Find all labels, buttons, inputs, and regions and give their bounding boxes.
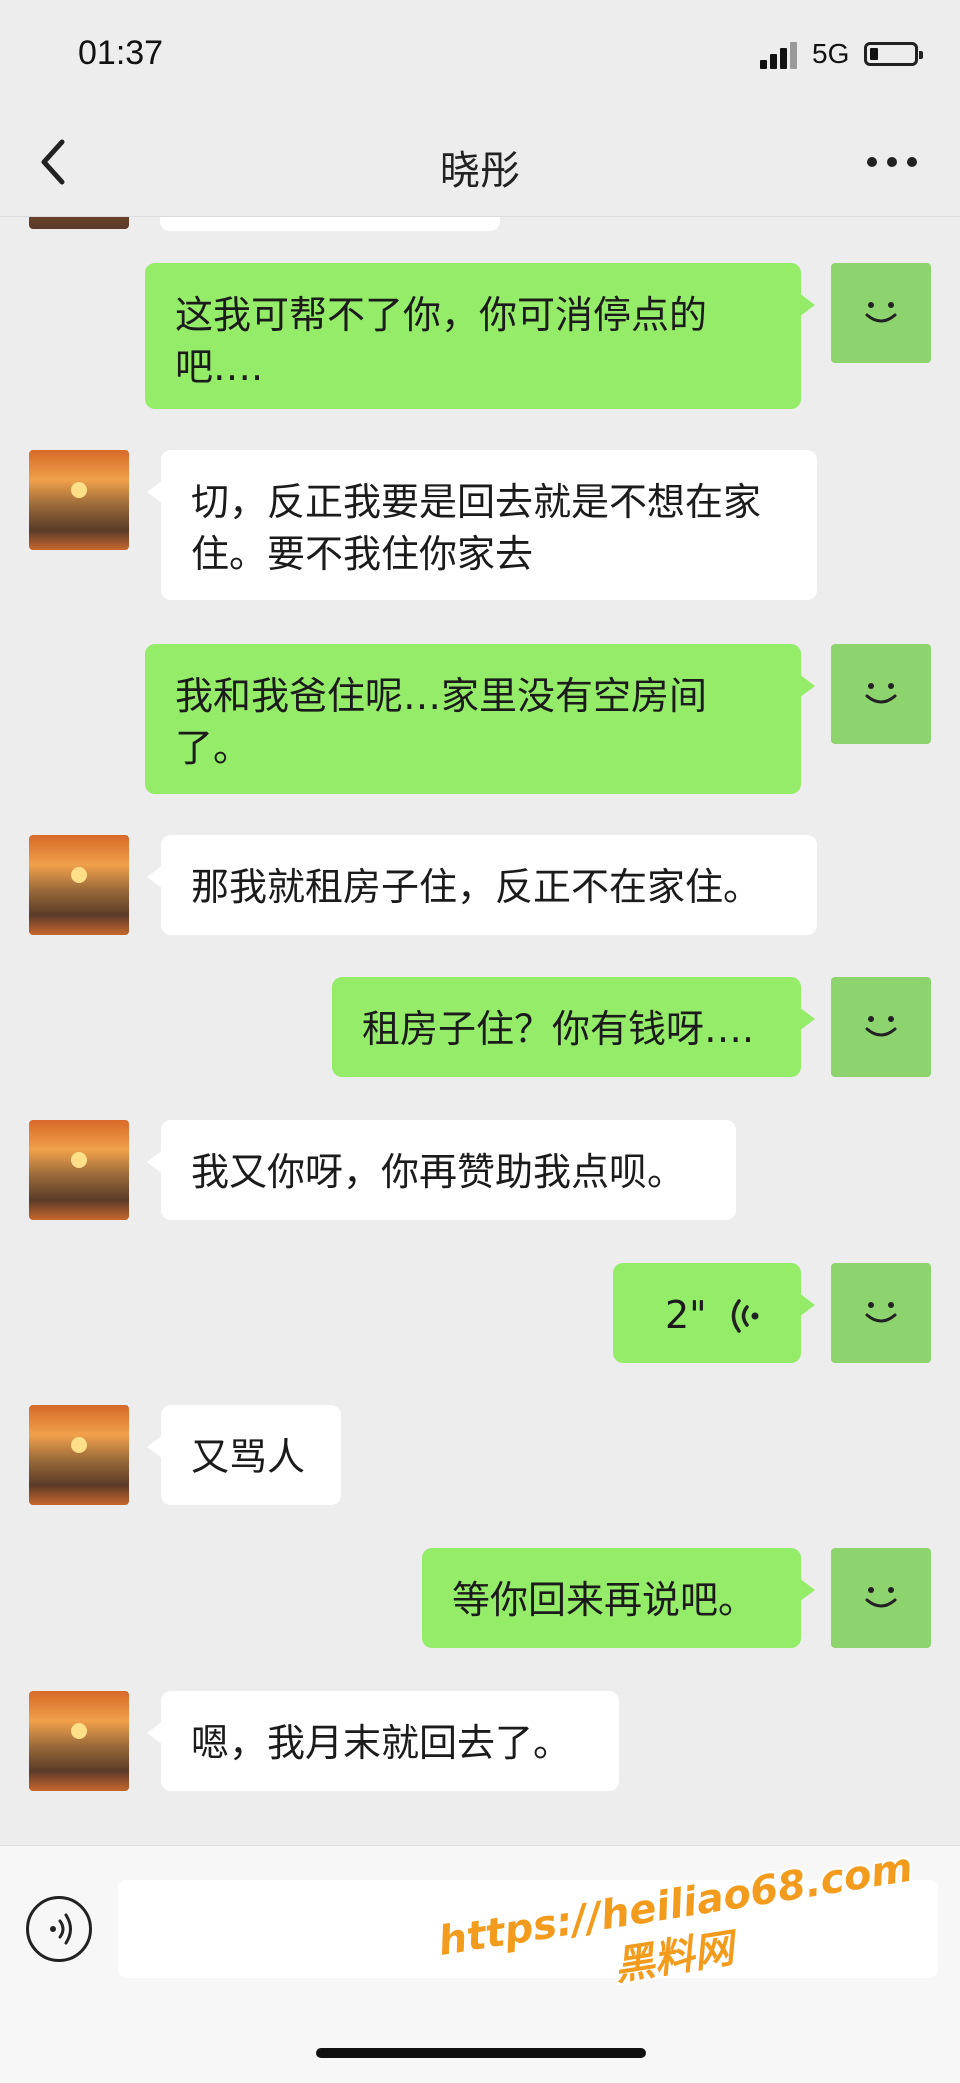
contact-avatar[interactable] [29,1691,129,1791]
message-row: 等你回来再说吧。 [0,1548,960,1648]
network-type: 5G [812,38,850,69]
my-avatar[interactable] [831,977,931,1077]
my-avatar[interactable] [831,1548,931,1648]
status-time: 01:37 [78,34,164,72]
message-bubble-sent[interactable]: 租房子住？你有钱呀…. [332,977,815,1077]
smile-icon [865,683,897,704]
home-indicator [316,2048,646,2058]
contact-avatar[interactable] [29,835,129,935]
smile-icon [865,302,897,323]
contact-avatar[interactable] [29,1405,129,1505]
smile-icon [865,1302,897,1323]
message-row: 我和我爸住呢…家里没有空房间了。 [0,644,960,794]
voice-input-icon [50,1913,72,1945]
my-avatar[interactable] [831,644,931,744]
contact-avatar[interactable] [29,1120,129,1220]
signal-icon [760,41,800,69]
message-list[interactable]: 这我可帮不了你，你可消停点的吧…. 切，反正我要是回去就是不想在家住。要不我住你… [0,217,960,1845]
contact-avatar[interactable] [29,217,129,229]
message-bubble-sent[interactable]: 这我可帮不了你，你可消停点的吧…. [145,263,815,409]
message-bubble-received[interactable]: 切，反正我要是回去就是不想在家住。要不我住你家去 [147,450,817,600]
battery-icon [864,42,923,66]
message-row: 这我可帮不了你，你可消停点的吧…. [0,263,960,413]
chat-title: 晓彤 [440,148,520,194]
contact-avatar[interactable] [29,450,129,550]
voice-duration: 2" [665,1293,707,1337]
message-row: 2" [0,1263,960,1363]
message-bubble-partial [160,217,500,231]
more-button[interactable] [862,142,922,182]
message-row: 那我就租房子住，反正不在家住。 [0,835,960,935]
my-avatar[interactable] [831,263,931,363]
my-avatar[interactable] [831,1263,931,1363]
voice-message-bubble[interactable]: 2" [613,1263,815,1363]
smile-icon [865,1587,897,1608]
message-bubble-sent[interactable]: 我和我爸住呢…家里没有空房间了。 [145,644,815,794]
smile-icon [865,1016,897,1037]
message-row: 我又你呀，你再赞助我点呗。 [0,1120,960,1220]
message-row: 又骂人 [0,1405,960,1505]
message-input[interactable] [118,1880,938,1978]
voice-input-button[interactable] [26,1896,92,1962]
message-bubble-received[interactable]: 我又你呀，你再赞助我点呗。 [147,1120,736,1220]
message-bubble-received[interactable]: 嗯，我月末就回去了。 [147,1691,619,1791]
message-bubble-sent[interactable]: 等你回来再说吧。 [422,1548,815,1648]
voice-wave-icon [731,1299,759,1333]
message-bubble-received[interactable]: 又骂人 [147,1405,341,1505]
message-row: 嗯，我月末就回去了。 [0,1691,960,1791]
ellipsis-icon [867,157,917,167]
message-bubble-received[interactable]: 那我就租房子住，反正不在家住。 [147,835,817,935]
partial-message-row [0,217,960,231]
message-row: 切，反正我要是回去就是不想在家住。要不我住你家去 [0,450,960,600]
message-row: 租房子住？你有钱呀…. [0,977,960,1077]
chat-header: 晓彤 [0,110,960,217]
status-bar: 01:37 5G [0,0,960,110]
